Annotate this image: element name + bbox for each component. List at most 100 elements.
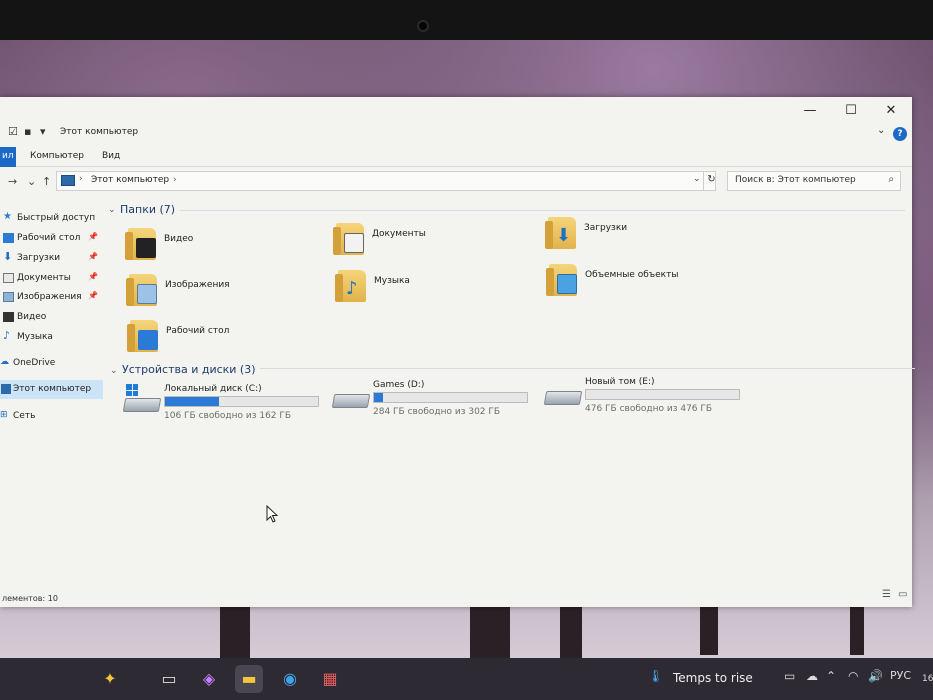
webcam bbox=[417, 20, 429, 32]
search-icon[interactable]: ⌕ bbox=[888, 174, 894, 185]
large-icons-view-icon[interactable]: ▭ bbox=[898, 589, 907, 600]
hard-drive-icon bbox=[543, 391, 583, 405]
section-collapse-chevron-icon[interactable]: ⌄ bbox=[110, 366, 118, 376]
tab-view[interactable]: Вид bbox=[102, 151, 120, 161]
minimize-button[interactable]: — bbox=[797, 103, 823, 118]
drive-d[interactable]: Games (D:) 284 ГБ свободно из 302 ГБ bbox=[331, 380, 563, 424]
help-icon[interactable]: ? bbox=[893, 127, 907, 141]
folder-label: Загрузки bbox=[584, 223, 628, 233]
drive-usage-bar bbox=[164, 396, 319, 407]
close-button[interactable]: ✕ bbox=[878, 103, 904, 118]
folder-music[interactable]: ♪ Музыка bbox=[335, 270, 538, 310]
image-icon bbox=[3, 292, 14, 302]
section-divider bbox=[180, 210, 905, 211]
pictures-folder-icon bbox=[126, 274, 157, 306]
customize-qa-chevron-icon[interactable]: ▾ bbox=[40, 125, 46, 138]
edge-browser-icon[interactable]: ◉ bbox=[276, 665, 304, 693]
sidebar-item-label: OneDrive bbox=[13, 358, 56, 368]
section-divider bbox=[260, 368, 915, 369]
onedrive-tray-icon[interactable]: ☁ bbox=[806, 669, 818, 683]
folder-label: Видео bbox=[164, 234, 194, 244]
drive-usage-bar bbox=[585, 389, 740, 400]
folder-3d-objects[interactable]: Объемные объекты bbox=[546, 264, 749, 304]
tab-computer[interactable]: Компьютер bbox=[30, 151, 84, 161]
recent-locations-chevron-icon[interactable]: ⌄ bbox=[27, 175, 36, 188]
navigation-pane: ★ Быстрый доступ Рабочий стол 📌 ⬇ Загруз… bbox=[0, 207, 103, 587]
cloud-icon: ☁ bbox=[0, 357, 9, 367]
address-dropdown-chevron-icon[interactable]: ⌄ bbox=[693, 174, 701, 184]
thermometer-icon[interactable]: 🌡 bbox=[648, 669, 663, 683]
sidebar-item-label: Загрузки bbox=[17, 253, 61, 263]
drive-c[interactable]: Локальный диск (C:) 106 ГБ свободно из 1… bbox=[122, 384, 354, 428]
search-input[interactable]: Поиск в: Этот компьютер ⌕ bbox=[727, 171, 901, 191]
breadcrumb-this-pc[interactable]: Этот компьютер bbox=[91, 175, 169, 185]
pin-icon[interactable]: 📌 bbox=[88, 291, 98, 300]
speaker-icon[interactable]: 🔊 bbox=[868, 669, 883, 683]
folder-downloads[interactable]: ⬇ Загрузки bbox=[545, 217, 748, 257]
task-view-icon[interactable]: ▭ bbox=[155, 665, 183, 693]
sidebar-item-label: Документы bbox=[17, 273, 71, 283]
sidebar-item-pictures[interactable]: Изображения 📌 bbox=[0, 288, 103, 307]
pin-icon[interactable]: 📌 bbox=[88, 252, 98, 261]
battery-saver-icon[interactable]: ▭ bbox=[784, 669, 795, 683]
computer-icon bbox=[61, 175, 75, 186]
wifi-icon[interactable]: ◠ bbox=[848, 669, 858, 683]
drive-free-space: 476 ГБ свободно из 476 ГБ bbox=[585, 404, 713, 414]
ribbon-collapse-chevron-icon[interactable]: ⌄ bbox=[877, 125, 885, 136]
chevron-up-icon[interactable]: ⌃ bbox=[826, 669, 836, 683]
document-icon bbox=[3, 273, 14, 283]
documents-folder-icon bbox=[333, 223, 364, 255]
address-bar[interactable]: › Этот компьютер › ⌄ ↻ bbox=[56, 171, 716, 191]
sidebar-item-onedrive[interactable]: ☁ OneDrive bbox=[0, 354, 103, 373]
folder-videos[interactable]: Видео bbox=[125, 228, 328, 268]
section-collapse-chevron-icon[interactable]: ⌄ bbox=[108, 205, 116, 215]
folder-label: Музыка bbox=[374, 276, 410, 286]
sidebar-item-label: Рабочий стол bbox=[17, 233, 81, 243]
folder-label: Документы bbox=[372, 229, 426, 239]
sidebar-item-network[interactable]: ⊞ Сеть bbox=[0, 407, 103, 426]
maximize-button[interactable]: ☐ bbox=[838, 103, 864, 118]
forward-arrow-icon[interactable]: → bbox=[8, 175, 17, 188]
sidebar-item-music[interactable]: ♪ Музыка bbox=[0, 328, 103, 347]
input-language-indicator[interactable]: РУС bbox=[890, 669, 911, 682]
folder-desktop[interactable]: Рабочий стол bbox=[127, 320, 330, 360]
new-folder-icon[interactable]: ▪ bbox=[24, 125, 31, 138]
drive-e[interactable]: Новый том (E:) 476 ГБ свободно из 476 ГБ bbox=[543, 377, 775, 421]
hard-drive-icon bbox=[331, 394, 371, 408]
title-bar: ☑ ▪ ▾ Этот компьютер — ☐ ✕ ⌄ ? bbox=[0, 97, 912, 147]
clock-time[interactable]: 16 bbox=[922, 674, 933, 684]
drives-section-title[interactable]: Устройства и диски (3) bbox=[122, 363, 256, 376]
sidebar-item-videos[interactable]: Видео bbox=[0, 308, 103, 327]
sidebar-item-label: Изображения bbox=[17, 292, 82, 302]
sidebar-item-desktop[interactable]: Рабочий стол 📌 bbox=[0, 229, 103, 248]
sidebar-item-quick-access[interactable]: ★ Быстрый доступ bbox=[0, 209, 103, 228]
store-icon[interactable]: ▦ bbox=[316, 665, 344, 693]
desktop-folder-icon bbox=[127, 320, 158, 352]
breadcrumb-chevron-icon[interactable]: › bbox=[173, 175, 177, 185]
sidebar-item-downloads[interactable]: ⬇ Загрузки 📌 bbox=[0, 249, 103, 268]
tab-file[interactable]: ил bbox=[0, 147, 16, 167]
drive-label: Новый том (E:) bbox=[585, 377, 655, 387]
copilot-icon[interactable]: ◈ bbox=[195, 665, 223, 693]
folder-label: Объемные объекты bbox=[585, 270, 679, 280]
pin-icon[interactable]: 📌 bbox=[88, 272, 98, 281]
pin-icon[interactable]: 📌 bbox=[88, 232, 98, 241]
star-icon: ★ bbox=[3, 211, 12, 222]
folder-documents[interactable]: Документы bbox=[333, 223, 536, 263]
file-explorer-window: ☑ ▪ ▾ Этот компьютер — ☐ ✕ ⌄ ? ил Компью… bbox=[0, 97, 915, 607]
file-explorer-taskbar-icon[interactable]: ▬ bbox=[235, 665, 263, 693]
sidebar-item-this-pc[interactable]: Этот компьютер bbox=[0, 380, 103, 399]
weather-widget-text[interactable]: Temps to rise bbox=[673, 671, 753, 685]
desktop-icon bbox=[3, 233, 14, 243]
folder-pictures[interactable]: Изображения bbox=[126, 274, 329, 314]
folders-section-title[interactable]: Папки (7) bbox=[120, 203, 175, 216]
copilot-sparkle-icon[interactable]: ✦ bbox=[96, 665, 124, 693]
music-folder-icon: ♪ bbox=[335, 270, 366, 302]
sidebar-item-documents[interactable]: Документы 📌 bbox=[0, 269, 103, 288]
properties-icon[interactable]: ☑ bbox=[8, 125, 18, 138]
breadcrumb-chevron-icon[interactable]: › bbox=[79, 174, 83, 184]
details-view-icon[interactable]: ☰ bbox=[882, 589, 891, 600]
up-arrow-icon[interactable]: ↑ bbox=[42, 175, 51, 188]
refresh-icon[interactable]: ↻ bbox=[703, 172, 719, 190]
drive-free-space: 284 ГБ свободно из 302 ГБ bbox=[373, 407, 501, 417]
